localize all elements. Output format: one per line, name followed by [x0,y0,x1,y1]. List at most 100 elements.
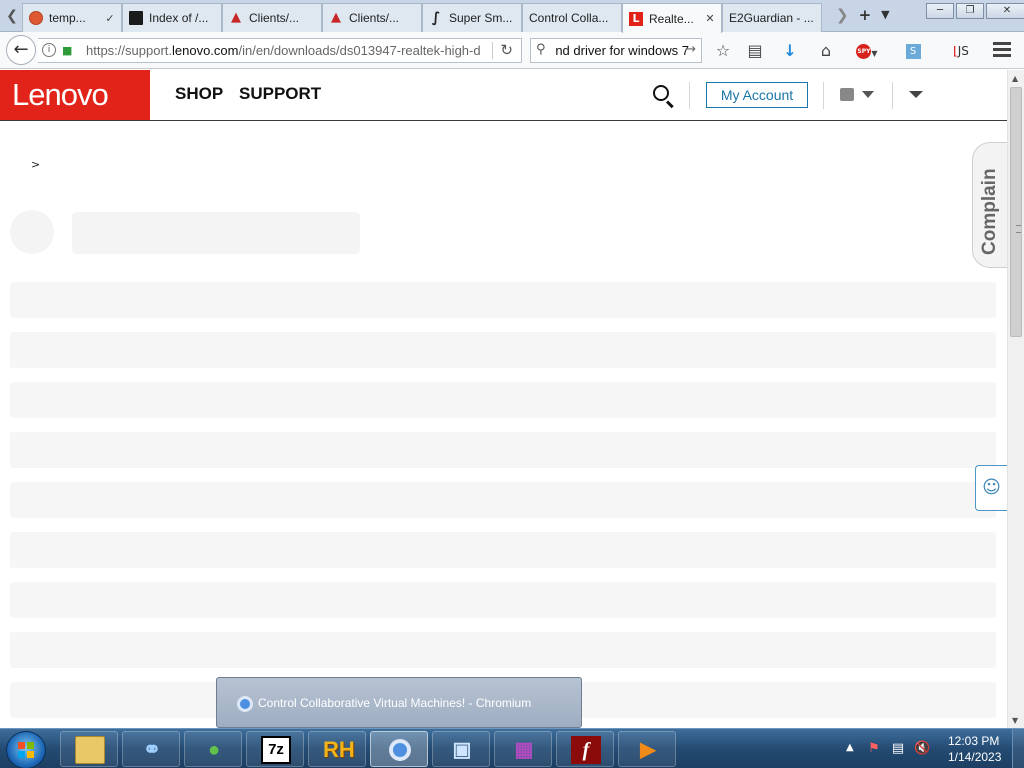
site-info-icon[interactable]: i [42,43,56,57]
skeleton-avatar [10,210,54,254]
tab-e2guardian[interactable]: E2Guardian - ... [722,3,822,32]
media-player-icon: ▶ [640,739,656,761]
reload-icon[interactable]: ↻ [500,41,513,59]
home-icon[interactable]: ⌂ [815,40,837,62]
show-hidden-icons-icon[interactable]: ▲ [846,742,854,753]
tab-control-collab[interactable]: Control Colla... [522,3,622,32]
web-page: Lenovo SHOP SUPPORT My Account > Complai… [0,70,1007,728]
scrollbar-thumb[interactable] [1010,87,1022,337]
popup-window-title: Control Collaborative Virtual Machines! … [258,696,532,710]
downloads-icon[interactable]: ↓ [779,40,801,62]
lenovo-logo[interactable]: Lenovo [0,70,150,120]
scroll-up-icon[interactable]: ▲ [1012,74,1018,83]
taskbar-resource-hacker[interactable]: RH [308,731,366,767]
skeleton-row [10,382,996,418]
site-header: Lenovo SHOP SUPPORT My Account [0,70,1007,121]
breadcrumb: > [31,158,41,171]
skeleton-row [10,532,996,568]
restore-button[interactable]: ❐ [956,3,984,19]
tab-clients-2[interactable]: ▲ Clients/... [322,3,422,32]
tab-realtek-active[interactable]: L Realte... ✕ [622,3,722,33]
taskbar-flash[interactable]: f [556,731,614,767]
hamburger-menu-icon[interactable] [990,40,1014,60]
extension-s-icon[interactable]: S [902,40,924,62]
cart-icon [840,88,854,101]
globe-icon: ⚭ [142,737,162,762]
taskbar-remote-desktop[interactable]: ▣ [432,731,490,767]
header-divider [892,82,893,109]
header-divider [689,82,690,109]
search-bar[interactable]: ⚲ ınd driver for windows 7 → [530,38,702,63]
search-icon: ⚲ [536,42,546,57]
taskbar-chromium[interactable] [370,731,428,767]
tab-list-dropdown-icon[interactable]: ▼ [881,6,889,24]
cart-dropdown[interactable] [840,88,878,104]
tab-list: temp... ✓ Index of /... ▲ Clients/... ▲ … [22,3,822,33]
taskbar-network-tool[interactable]: ⚭ [122,731,180,767]
chromium-icon [237,696,253,712]
search-go-icon[interactable]: → [685,42,696,57]
clock-date[interactable]: 1/14/2023 [948,750,1001,764]
close-window-button[interactable]: ✕ [986,3,1024,19]
tab-clients-1[interactable]: ▲ Clients/... [222,3,322,32]
nav-support[interactable]: SUPPORT [239,84,321,104]
taskbar-messenger[interactable]: ● [184,731,242,767]
tab-scroll-left-icon[interactable]: ❮ [2,2,22,30]
clock-time[interactable]: 12:03 PM [948,734,999,748]
skeleton-row [10,482,996,518]
taskbar-media-player[interactable]: ▶ [618,731,676,767]
noscript-js-icon[interactable]: ⌊JS [950,40,972,62]
url-bar[interactable]: i ■ https://support.lenovo.com/in/en/dow… [38,38,522,63]
tab-title: Clients/... [249,11,300,25]
resource-hacker-icon: RH [323,737,355,762]
skeleton-title [72,212,360,254]
navigation-toolbar: ← i ■ https://support.lenovo.com/in/en/d… [0,32,1024,69]
skeleton-row [10,282,996,318]
url-separator [492,42,493,59]
spy-extension-icon[interactable]: SPY▼ [852,40,882,62]
search-input[interactable]: ınd driver for windows 7 [555,43,689,58]
taskbar-7zip[interactable]: 7z [246,731,304,767]
show-desktop-button[interactable] [1012,729,1024,768]
chromium-icon [385,736,415,764]
scroll-down-icon[interactable]: ▼ [1012,716,1018,725]
taskbar-winrar[interactable]: ▦ [494,731,552,767]
tab-title: Control Colla... [529,11,609,25]
back-button[interactable]: ← [6,35,36,65]
skeleton-row [10,332,996,368]
taskbar-explorer[interactable] [60,731,118,767]
tab-title: Super Sm... [449,11,513,25]
tab-index-of[interactable]: Index of /... [122,3,222,32]
url-text: https://support.lenovo.com/in/en/downloa… [86,43,481,58]
lock-icon: ■ [62,44,73,57]
clients-icon: ▲ [231,10,241,25]
browser-tab-strip: ❮ temp... ✓ Index of /... ▲ Clients/... … [0,0,1024,33]
tab-scroll-right-icon[interactable]: ❯ [836,6,849,24]
tab-title: E2Guardian - ... [729,11,814,25]
folder-icon [75,736,105,764]
tab-super-small[interactable]: ∫ Super Sm... [422,3,522,32]
tab-title: Clients/... [349,11,400,25]
windows-logo-icon [18,742,35,759]
my-account-button[interactable]: My Account [706,82,808,108]
tab-title: Index of /... [149,11,209,25]
header-divider [823,82,824,109]
reading-list-icon[interactable]: ▤ [744,40,766,62]
bookmark-star-icon[interactable]: ☆ [712,40,734,62]
taskbar-thumbnail-popup[interactable]: Control Collaborative Virtual Machines! … [216,677,582,728]
tab-temp[interactable]: temp... ✓ [22,3,122,32]
start-button[interactable] [6,731,46,768]
language-dropdown-icon[interactable] [909,91,923,98]
flag-alert-icon[interactable]: ⚑ [866,741,882,757]
close-tab-icon[interactable]: ✕ [703,12,717,25]
complain-tab[interactable]: Complain [972,142,1007,268]
nav-shop[interactable]: SHOP [175,84,223,104]
winrar-icon: ▦ [514,739,534,761]
volume-muted-icon[interactable]: 🔇 [914,741,930,757]
new-tab-button[interactable]: + [859,6,872,24]
search-icon[interactable] [652,84,676,109]
smiley-icon[interactable]: ☺ [975,465,1007,511]
minimize-button[interactable]: ─ [926,3,954,19]
vertical-scrollbar[interactable]: ▲ ▼ [1007,70,1024,728]
network-icon[interactable]: ▤ [890,741,906,757]
